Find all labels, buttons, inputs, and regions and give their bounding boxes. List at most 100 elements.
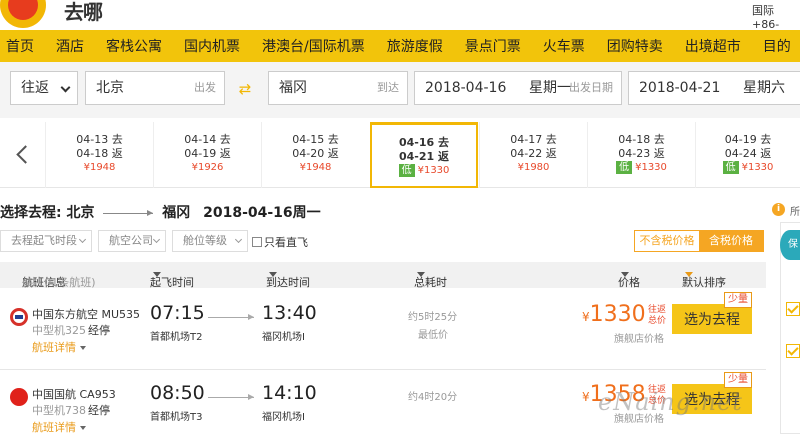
flight-detail-link[interactable]: 航班详情 — [32, 419, 86, 435]
logo-text: 去哪 — [64, 0, 103, 24]
aircraft-type: 中型机738 — [32, 404, 86, 417]
top-strip: 去哪 国际 +86- — [0, 0, 800, 31]
nav-item-outbound-market[interactable]: 出境超市 — [674, 36, 752, 56]
sort-header: 航班信息 (共101条航班) 起飞时间 到达时间 总耗时 价格 默认排序 — [0, 262, 766, 289]
chevron-left-icon[interactable] — [12, 140, 34, 170]
route-date: 2018-04-16周一 — [203, 205, 321, 221]
currency-symbol: ¥ — [582, 390, 590, 404]
to-city-input[interactable]: 福冈 到达 — [268, 71, 408, 105]
date-option[interactable]: 04-14 去 04-19 返 ¥1926 — [153, 122, 261, 188]
nav-item-home[interactable]: 首页 — [0, 36, 45, 56]
flight-detail-label: 航班详情 — [32, 421, 76, 434]
price-value: 1330 — [589, 302, 646, 327]
cabin-class-filter[interactable]: 舱位等级 — [172, 230, 248, 252]
sort-price[interactable]: 价格 — [618, 268, 640, 289]
date-strip: 04-13 去 04-18 返 ¥1948 04-14 去 04-19 返 ¥1… — [0, 122, 800, 188]
date-option-back: 04-24 返 — [724, 147, 772, 160]
date-option-price: ¥1926 — [191, 162, 224, 173]
logo-icon[interactable] — [0, 0, 46, 28]
nav-item-hotel[interactable]: 酒店 — [45, 36, 95, 56]
route-from: 北京 — [66, 205, 95, 221]
direct-only-label: 只看直飞 — [264, 236, 308, 249]
date-option-go: 04-15 去 — [292, 133, 339, 146]
date-option[interactable]: 04-19 去 04-24 返 低 ¥1330 — [695, 122, 800, 188]
return-date-input[interactable]: 2018-04-21 星期六 返 — [628, 71, 800, 105]
airline-label: 中国东方航空 — [32, 308, 98, 321]
trip-type-select[interactable]: 往返 — [10, 71, 78, 105]
airline-name: 中国国航 CA953 — [32, 386, 116, 402]
chevron-down-icon — [234, 235, 243, 244]
select-outbound-button[interactable]: 选为去程 — [672, 304, 752, 334]
return-weekday: 星期六 — [743, 80, 785, 96]
main-nav: 首页 酒店 客栈公寓 国内机票 港澳台/国际机票 旅游度假 景点门票 火车票 团… — [0, 30, 800, 62]
sort-default[interactable]: 默认排序 — [682, 268, 726, 289]
direct-only-checkbox[interactable]: 只看直飞 — [252, 234, 308, 250]
date-option-price: ¥1330 — [417, 165, 450, 176]
watermark: eNaing.net — [598, 388, 743, 416]
nav-item-train[interactable]: 火车票 — [532, 36, 596, 56]
arrival-time: 14:10 — [262, 382, 317, 404]
side-panel-label: 所 — [790, 207, 800, 218]
nav-item-domestic-flights[interactable]: 国内机票 — [173, 36, 251, 56]
lowest-price-note: 最低价 — [418, 330, 448, 341]
date-option[interactable]: 04-15 去 04-20 返 ¥1948 — [261, 122, 369, 188]
depart-weekday: 星期一 — [529, 80, 571, 96]
nav-item-intl-flights[interactable]: 港澳台/国际机票 — [251, 36, 376, 56]
check-icon — [786, 302, 800, 316]
logo-inner-icon — [8, 0, 38, 20]
nav-item-tickets[interactable]: 景点门票 — [454, 36, 532, 56]
flight-duration: 约4时20分 — [408, 392, 458, 403]
date-option[interactable]: 04-17 去 04-22 返 ¥1980 — [479, 122, 587, 188]
from-city-input[interactable]: 北京 出发 — [85, 71, 225, 105]
currency-symbol: ¥ — [582, 310, 590, 324]
chevron-down-icon — [152, 235, 161, 244]
depart-date-value: 2018-04-16 — [425, 80, 507, 96]
route-to: 福冈 — [162, 205, 191, 221]
flight-detail-link[interactable]: 航班详情 — [32, 339, 86, 355]
date-option-back: 04-18 返 — [76, 147, 123, 160]
arrow-right-icon — [103, 209, 154, 216]
departure-time-filter[interactable]: 去程起飞时段 — [0, 230, 92, 252]
sort-default-label: 默认排序 — [682, 276, 726, 289]
info-icon: i — [772, 203, 785, 216]
tax-price-toggle: 不含税价格 含税价格 — [634, 230, 764, 252]
nav-item-vacation[interactable]: 旅游度假 — [376, 36, 454, 56]
guarantee-badge-icon: 保 — [780, 230, 800, 260]
flagship-store-label: 旗舰店价格 — [614, 334, 664, 345]
depart-date-hint: 出发日期 — [569, 81, 613, 94]
airline-filter[interactable]: 航空公司 — [98, 230, 166, 252]
flight-row: 中国东方航空 MU535 中型机325 经停 航班详情 07:15 首都机场T2 … — [0, 290, 766, 370]
intl-phone-link[interactable]: 国际 +86- — [752, 2, 800, 31]
flight-duration: 约5时25分 — [408, 312, 458, 323]
date-option[interactable]: 04-13 去 04-18 返 ¥1948 — [45, 122, 153, 188]
lowest-price-badge: 低 — [722, 161, 739, 174]
sort-arrival[interactable]: 到达时间 — [266, 268, 310, 289]
sort-duration[interactable]: 总耗时 — [414, 268, 447, 289]
nav-item-group-buy[interactable]: 团购特卖 — [596, 36, 674, 56]
date-option-price: ¥1948 — [83, 162, 116, 173]
swap-icon[interactable]: ⇄ — [232, 80, 258, 98]
depart-date-input[interactable]: 2018-04-16 星期一 出发日期 — [414, 71, 622, 105]
date-option-selected[interactable]: 04-16 去 04-21 返 低 ¥1330 — [370, 122, 478, 188]
lowest-price-badge: 低 — [398, 164, 415, 177]
aircraft-info: 中型机738 经停 — [32, 402, 110, 418]
tax-excluded-option[interactable]: 不含税价格 — [635, 231, 699, 251]
checkbox-icon — [252, 237, 262, 247]
date-option-price: ¥1980 — [517, 162, 550, 173]
airline-name: 中国东方航空 MU535 — [32, 306, 140, 322]
trip-type-value: 往返 — [21, 80, 49, 96]
sort-arrival-label: 到达时间 — [266, 276, 310, 289]
tax-included-option[interactable]: 含税价格 — [699, 231, 763, 251]
stopover-label: 经停 — [88, 324, 110, 337]
date-option-price: ¥1330 — [741, 162, 774, 173]
date-option-price: ¥1948 — [299, 162, 332, 173]
nav-item-destination[interactable]: 目的 — [752, 36, 800, 56]
nav-item-inn[interactable]: 客栈公寓 — [95, 36, 173, 56]
limited-seats-tag: 少量 — [724, 372, 752, 388]
from-hint: 出发 — [194, 81, 216, 94]
sort-price-label: 价格 — [618, 276, 640, 289]
date-option[interactable]: 04-18 去 04-23 返 低 ¥1330 — [587, 122, 695, 188]
chevron-down-icon — [78, 235, 87, 244]
sort-departure[interactable]: 起飞时间 — [150, 268, 194, 289]
caret-down-icon — [80, 346, 86, 350]
